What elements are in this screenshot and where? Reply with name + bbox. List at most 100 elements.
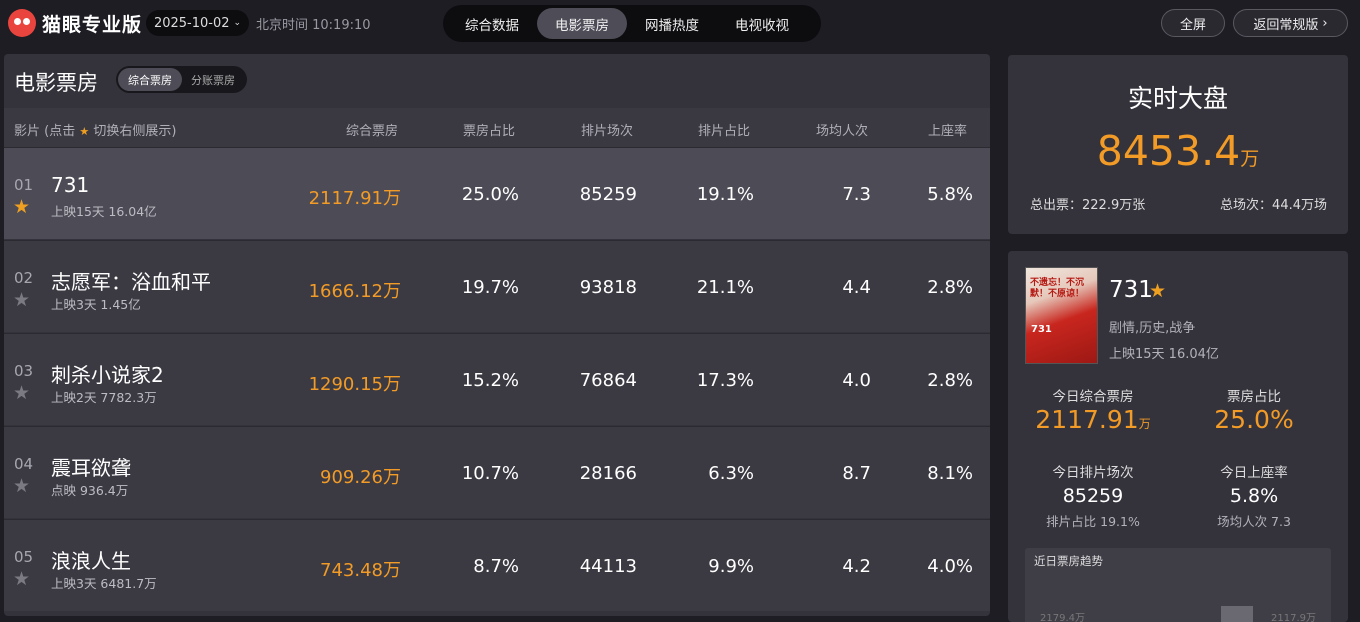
stat-value: 5.8% [1229,485,1279,507]
stat-today-box: 今日综合票房 2117.91万 [1018,385,1168,434]
stat-occupancy: 今日上座率 5.8% 场均人次 7.3 [1179,461,1329,530]
box-office-panel: 电影票房 综合票房 分账票房 影片 (点击 ★ 切换右侧展示) 综合票房 票房占… [4,54,990,616]
table-row[interactable]: 05 ★ 浪浪人生 上映3天 6481.7万 743.48万 8.7% 4411… [4,519,990,611]
row-avg: 8.7 [842,463,871,484]
row-rank: 05 [14,548,34,566]
row-occupancy: 8.1% [927,463,973,484]
today-box-unit: 万 [1138,417,1151,431]
star-icon: ★ [79,125,90,138]
movie-genre: 剧情,历史,战争 [1109,321,1196,336]
row-title: 731 [51,173,90,197]
realtime-unit: 万 [1240,148,1260,170]
stat-box-ratio: 票房占比 25.0% [1179,385,1329,434]
stat-value: 25.0% [1214,405,1294,434]
stat-label: 今日上座率 [1220,465,1288,481]
tab-overview[interactable]: 综合数据 [447,8,537,39]
row-title: 浪浪人生 [51,549,131,573]
star-icon[interactable]: ★ [1149,280,1166,302]
stat-label: 今日综合票房 [1052,389,1134,405]
row-rank: 03 [14,362,34,380]
chevron-right-icon: › [1322,15,1328,31]
star-icon[interactable]: ★ [13,382,30,404]
row-sub: 上映3天 6481.7万 [51,576,157,591]
tab-web-heat[interactable]: 网播热度 [627,8,717,39]
star-icon[interactable]: ★ [13,568,30,590]
row-sub: 上映2天 7782.3万 [51,390,157,405]
row-sub: 点映 936.4万 [51,483,129,498]
trend-title: 近日票房趋势 [1034,554,1103,568]
table-row[interactable]: 02 ★ 志愿军：浴血和平 上映3天 1.45亿 1666.12万 19.7% … [4,240,990,332]
row-box: 1666.12万 [308,281,401,302]
col-film: 影片 (点击 ★ 切换右侧展示) [14,120,176,139]
stat-value: 85259 [1062,485,1124,507]
stat-shows: 今日排片场次 85259 排片占比 19.1% [1018,461,1168,530]
tab-tv-ratings[interactable]: 电视收视 [717,8,807,39]
table-row[interactable]: 01 ★ 731 上映15天 16.04亿 2117.91万 25.0% 852… [4,147,990,239]
row-occupancy: 5.8% [927,184,973,205]
col-box-ratio[interactable]: 票房占比 [463,120,515,139]
box-type-toggle: 综合票房 分账票房 [116,66,247,93]
row-box-ratio: 25.0% [461,184,519,205]
row-box: 909.26万 [320,467,401,488]
total-shows: 总场次：44.4万场 [1220,198,1327,213]
movie-poster[interactable]: 不遗忘！不沉默！不原谅！ 731 [1025,267,1098,364]
date-selector[interactable]: 2025-10-02 ⌄ [146,10,249,36]
star-icon[interactable]: ★ [13,196,30,218]
main-nav: 综合数据 电影票房 网播热度 电视收视 [443,5,821,42]
date-value: 2025-10-02 [153,15,230,31]
panel-title: 电影票房 [14,71,98,95]
app-logo[interactable]: 猫眼专业版 [8,9,142,37]
cat-eye-logo-icon [8,9,36,37]
stat-sub: 排片占比 19.1% [1046,514,1140,529]
col-box[interactable]: 综合票房 [346,120,398,139]
col-shows[interactable]: 排片场次 [581,120,633,139]
star-icon[interactable]: ★ [13,289,30,311]
back-to-normal-button[interactable]: 返回常规版 › [1233,9,1348,37]
back-label: 返回常规版 [1253,17,1319,33]
row-box: 743.48万 [320,560,401,581]
trend-value: 2179.4万 [1040,613,1085,622]
toggle-combined[interactable]: 综合票房 [118,68,182,91]
stat-label: 今日排片场次 [1052,465,1134,481]
movie-detail-panel: 不遗忘！不沉默！不原谅！ 731 731 ★ 剧情,历史,战争 上映15天 16… [1008,251,1348,622]
movie-title: 731 [1109,277,1153,303]
row-rank: 01 [14,176,34,194]
top-bar: 猫眼专业版 2025-10-02 ⌄ 北京时间 10:19:10 综合数据 电影… [0,0,1360,46]
row-shows: 85259 [579,184,637,205]
col-avg-people[interactable]: 场均人次 [816,120,868,139]
row-box-ratio: 19.7% [461,277,519,298]
col-film-label: 影片 (点击 [14,124,76,139]
col-show-ratio[interactable]: 排片占比 [698,120,750,139]
trend-value: 2117.9万 [1271,613,1316,622]
toggle-split[interactable]: 分账票房 [182,68,244,91]
row-box: 1290.15万 [308,374,401,395]
fullscreen-button[interactable]: 全屏 [1161,9,1225,37]
row-box-ratio: 8.7% [473,556,519,577]
today-box-value: 2117.91 [1035,405,1139,434]
row-rank: 04 [14,455,34,473]
beijing-clock: 北京时间 10:19:10 [256,18,371,33]
logo-text: 猫眼专业版 [42,13,143,36]
col-film-hint: 切换右侧展示) [93,124,177,139]
row-avg: 4.4 [842,277,871,298]
tab-movie-box-office[interactable]: 电影票房 [537,8,627,39]
row-box-ratio: 10.7% [461,463,519,484]
row-box: 2117.91万 [308,188,401,209]
row-title: 震耳欲聋 [51,456,131,480]
row-avg: 4.2 [842,556,871,577]
table-row[interactable]: 03 ★ 刺杀小说家2 上映2天 7782.3万 1290.15万 15.2% … [4,333,990,425]
realtime-panel: 实时大盘 8453.4万 总出票：222.9万张 总场次：44.4万场 [1008,55,1348,234]
poster-number: 731 [1031,324,1052,335]
row-shows: 93818 [579,277,637,298]
row-shows: 28166 [579,463,637,484]
stat-label: 票房占比 [1227,389,1281,405]
table-row[interactable]: 04 ★ 震耳欲聋 点映 936.4万 909.26万 10.7% 28166 … [4,426,990,518]
movie-days: 上映15天 16.04亿 [1109,347,1219,362]
total-tickets: 总出票：222.9万张 [1030,198,1146,213]
star-icon[interactable]: ★ [13,475,30,497]
row-show-ratio: 6.3% [708,463,754,484]
row-title: 志愿军：浴血和平 [51,270,211,294]
row-box-ratio: 15.2% [461,370,519,391]
stat-sub: 场均人次 7.3 [1217,514,1291,529]
col-occupancy[interactable]: 上座率 [928,120,967,139]
